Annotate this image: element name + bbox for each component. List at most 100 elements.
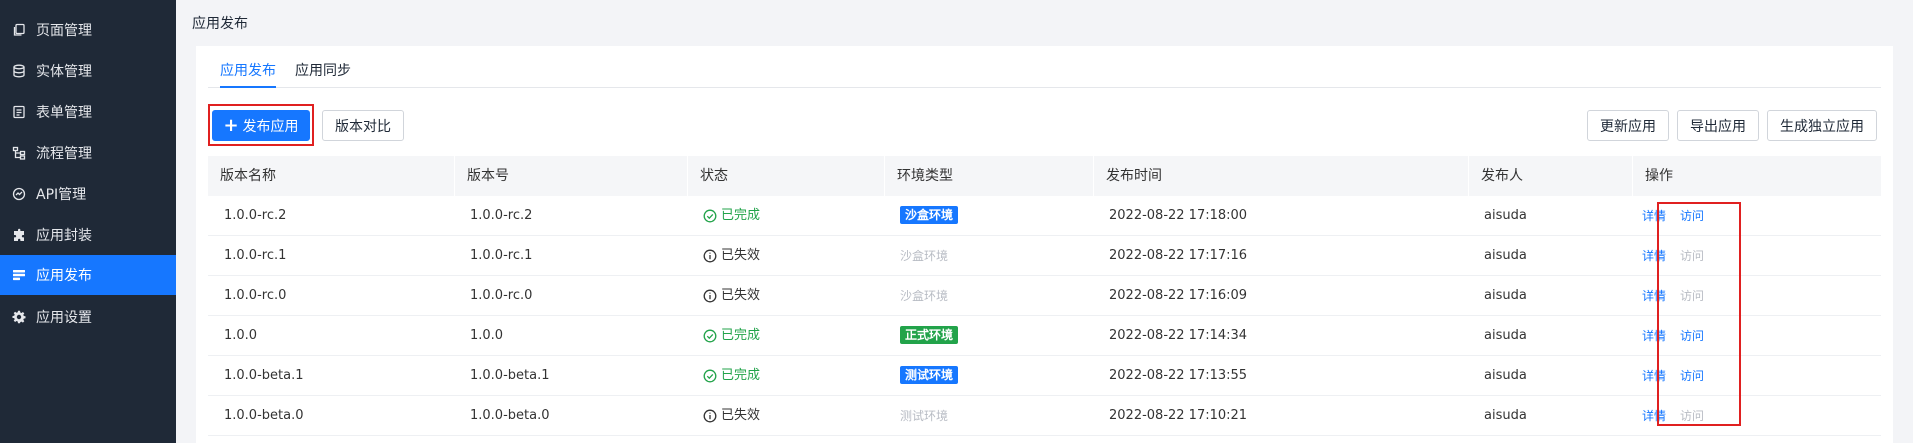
detail-link[interactable]: 详情	[1642, 209, 1666, 223]
detail-link[interactable]: 详情	[1642, 409, 1666, 423]
tab-app-sync[interactable]: 应用同步	[295, 60, 351, 80]
environment-badge: 正式环境	[900, 326, 959, 344]
info-circle-icon	[703, 409, 721, 423]
export-app-button[interactable]: 导出应用	[1677, 110, 1759, 141]
detail-link[interactable]: 详情	[1642, 249, 1666, 263]
sidebar-item-label: 表单管理	[36, 105, 92, 121]
sidebar-item-label: 实体管理	[36, 64, 92, 80]
sidebar-item-page-management[interactable]: 页面管理	[0, 10, 176, 50]
sidebar-item-label: 流程管理	[36, 146, 92, 162]
sidebar-item-api-management[interactable]: API管理	[0, 174, 176, 214]
environment-cell: 沙盒环境	[884, 276, 948, 316]
environment-text: 测试环境	[900, 409, 949, 423]
table-row: 1.0.0-beta.0 1.0.0-beta.0 已失效 测试环境 2022-08-2…	[208, 396, 1881, 436]
check-circle-icon	[703, 209, 721, 223]
status-cell: 已完成	[687, 316, 760, 356]
info-circle-icon	[703, 249, 721, 263]
tab-app-publish[interactable]: 应用发布	[220, 60, 276, 80]
visit-link[interactable]: 访问	[1680, 209, 1704, 223]
version-number-cell: 1.0.0-rc.2	[470, 208, 533, 223]
detail-link[interactable]: 详情	[1642, 289, 1666, 303]
version-name-cell: 1.0.0-rc.0	[224, 288, 287, 303]
environment-cell: 测试环境	[884, 356, 959, 396]
sidebar-item-flow-management[interactable]: 流程管理	[0, 133, 176, 173]
version-name-cell: 1.0.0	[224, 328, 258, 343]
generate-standalone-app-button[interactable]: 生成独立应用	[1767, 110, 1877, 141]
status-badge: 已失效	[703, 396, 760, 436]
column-header-actions: 操作	[1632, 156, 1881, 196]
status-badge: 已完成	[703, 196, 760, 236]
actions-cell: 详情 访问	[1632, 196, 1718, 236]
visit-link: 访问	[1680, 409, 1705, 423]
column-header-version-name: 版本名称	[220, 168, 276, 184]
sidebar-item-label: API管理	[36, 187, 87, 203]
detail-link[interactable]: 详情	[1642, 329, 1666, 343]
status-cell: 已完成	[687, 196, 760, 236]
status-badge: 已完成	[703, 316, 760, 356]
version-name-cell: 1.0.0-rc.2	[224, 208, 287, 223]
publish-app-button[interactable]: + 发布应用	[212, 110, 310, 141]
status-cell: 已失效	[687, 236, 760, 276]
actions-cell: 详情 访问	[1632, 276, 1718, 316]
environment-cell: 沙盒环境	[884, 196, 959, 236]
status-cell: 已失效	[687, 396, 760, 436]
puzzle-icon	[12, 228, 26, 242]
environment-cell: 沙盒环境	[884, 236, 948, 276]
column-header-publish-time: 发布时间	[1093, 156, 1468, 196]
visit-link: 访问	[1680, 289, 1705, 303]
status-badge: 已完成	[703, 356, 760, 396]
status-text: 已失效	[721, 248, 761, 263]
status-badge: 已失效	[703, 276, 760, 316]
sidebar-item-app-settings[interactable]: 应用设置	[0, 297, 176, 337]
publisher-cell: aisuda	[1484, 368, 1527, 383]
sidebar-item-label: 应用发布	[36, 268, 92, 284]
sidebar-item-app-publish[interactable]: 应用发布	[0, 255, 176, 295]
tab-bar: 应用发布 应用同步	[208, 46, 1881, 88]
main-content: 应用发布 应用发布 应用同步 + 发布应用 版本对比 更新应用 导出应用 生成独…	[176, 0, 1913, 443]
publish-time-cell: 2022-08-22 17:18:00	[1109, 208, 1248, 223]
visit-link[interactable]: 访问	[1680, 329, 1704, 343]
sidebar-item-form-management[interactable]: 表单管理	[0, 92, 176, 132]
copy-icon	[12, 23, 26, 37]
status-text: 已完成	[721, 208, 761, 223]
version-number-cell: 1.0.0-beta.0	[470, 408, 550, 423]
table-row: 1.0.0 1.0.0 已完成 正式环境 2022-08-22 17:14:34 aisu…	[208, 316, 1881, 356]
gear-icon	[12, 310, 26, 324]
visit-link: 访问	[1680, 249, 1705, 263]
check-circle-icon	[703, 329, 721, 343]
visit-link[interactable]: 访问	[1680, 369, 1704, 383]
table-row: 1.0.0-rc.1 1.0.0-rc.1 已失效 沙盒环境 2022-08-22 17…	[208, 236, 1881, 276]
publish-icon	[12, 268, 26, 282]
status-text: 已失效	[721, 288, 761, 303]
content-card: 应用发布 应用同步 + 发布应用 版本对比 更新应用 导出应用 生成独立应用 版…	[196, 46, 1893, 443]
active-tab-indicator	[220, 86, 276, 88]
status-badge: 已失效	[703, 236, 760, 276]
sidebar: 页面管理 实体管理 表单管理 流程管理 API管理 应用封装 应用发布 应用设置	[0, 0, 176, 443]
version-number-cell: 1.0.0-rc.0	[470, 288, 533, 303]
actions-cell: 详情 访问	[1632, 396, 1718, 436]
table-header: 版本名称 版本号 状态 环境类型 发布时间 发布人 操作	[208, 156, 1881, 196]
publish-time-cell: 2022-08-22 17:13:55	[1109, 368, 1248, 383]
publish-app-label: 发布应用	[242, 118, 299, 135]
page-title: 应用发布	[192, 16, 248, 32]
actions-cell: 详情 访问	[1632, 356, 1718, 396]
status-cell: 已失效	[687, 276, 760, 316]
sidebar-item-label: 页面管理	[36, 23, 92, 39]
check-circle-icon	[703, 369, 721, 383]
detail-link[interactable]: 详情	[1642, 369, 1666, 383]
publish-time-cell: 2022-08-22 17:17:16	[1109, 248, 1248, 263]
sidebar-item-app-packaging[interactable]: 应用封装	[0, 215, 176, 255]
version-name-cell: 1.0.0-beta.1	[224, 368, 304, 383]
flow-icon	[12, 146, 26, 160]
api-icon	[12, 187, 26, 201]
update-app-button[interactable]: 更新应用	[1587, 110, 1669, 141]
publish-time-cell: 2022-08-22 17:10:21	[1109, 408, 1248, 423]
publisher-cell: aisuda	[1484, 288, 1527, 303]
table-row: 1.0.0-beta.1 1.0.0-beta.1 已完成 测试环境 2022-08-2…	[208, 356, 1881, 396]
status-text: 已完成	[721, 368, 761, 383]
status-text: 已失效	[721, 408, 761, 423]
sidebar-item-entity-management[interactable]: 实体管理	[0, 51, 176, 91]
environment-badge: 沙盒环境	[900, 206, 959, 224]
info-circle-icon	[703, 289, 721, 303]
compare-versions-button[interactable]: 版本对比	[322, 110, 404, 141]
